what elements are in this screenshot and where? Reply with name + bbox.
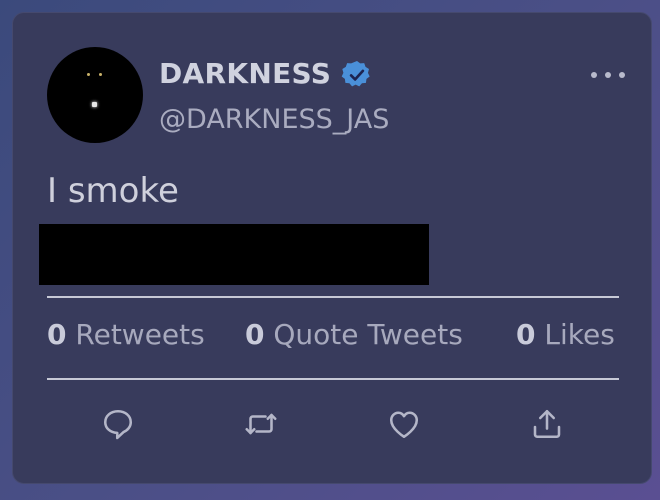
share-button[interactable] <box>529 406 565 442</box>
likes-count: 0 <box>516 318 536 351</box>
speech-bubble-icon <box>103 409 133 440</box>
more-options-icon[interactable] <box>591 61 625 89</box>
likes-label: Likes <box>544 318 615 351</box>
retweets-label: Retweets <box>75 318 205 351</box>
user-handle[interactable]: @DARKNESS_JAS <box>159 104 389 135</box>
tweet-text: I smoke <box>47 171 179 211</box>
retweet-arrows-icon <box>245 413 277 435</box>
quote-tweets-label: Quote Tweets <box>273 318 463 351</box>
redaction-bar <box>39 224 429 285</box>
share-upload-icon <box>533 409 561 439</box>
heart-icon <box>389 411 419 439</box>
display-name[interactable]: DARKNESS <box>159 57 331 90</box>
avatar[interactable] <box>47 47 143 143</box>
quote-tweets-count: 0 <box>245 318 265 351</box>
tweet-card: DARKNESS @DARKNESS_JAS I smoke 0 Retweet… <box>12 12 652 484</box>
divider <box>47 378 619 380</box>
like-button[interactable] <box>386 406 422 442</box>
divider <box>47 296 619 298</box>
retweets-stat[interactable]: 0 Retweets <box>47 318 205 351</box>
retweets-count: 0 <box>47 318 67 351</box>
likes-stat[interactable]: 0 Likes <box>516 318 615 351</box>
verified-badge-icon <box>341 61 370 87</box>
retweet-button[interactable] <box>243 406 279 442</box>
reply-button[interactable] <box>100 406 136 442</box>
quote-tweets-stat[interactable]: 0 Quote Tweets <box>245 318 463 351</box>
